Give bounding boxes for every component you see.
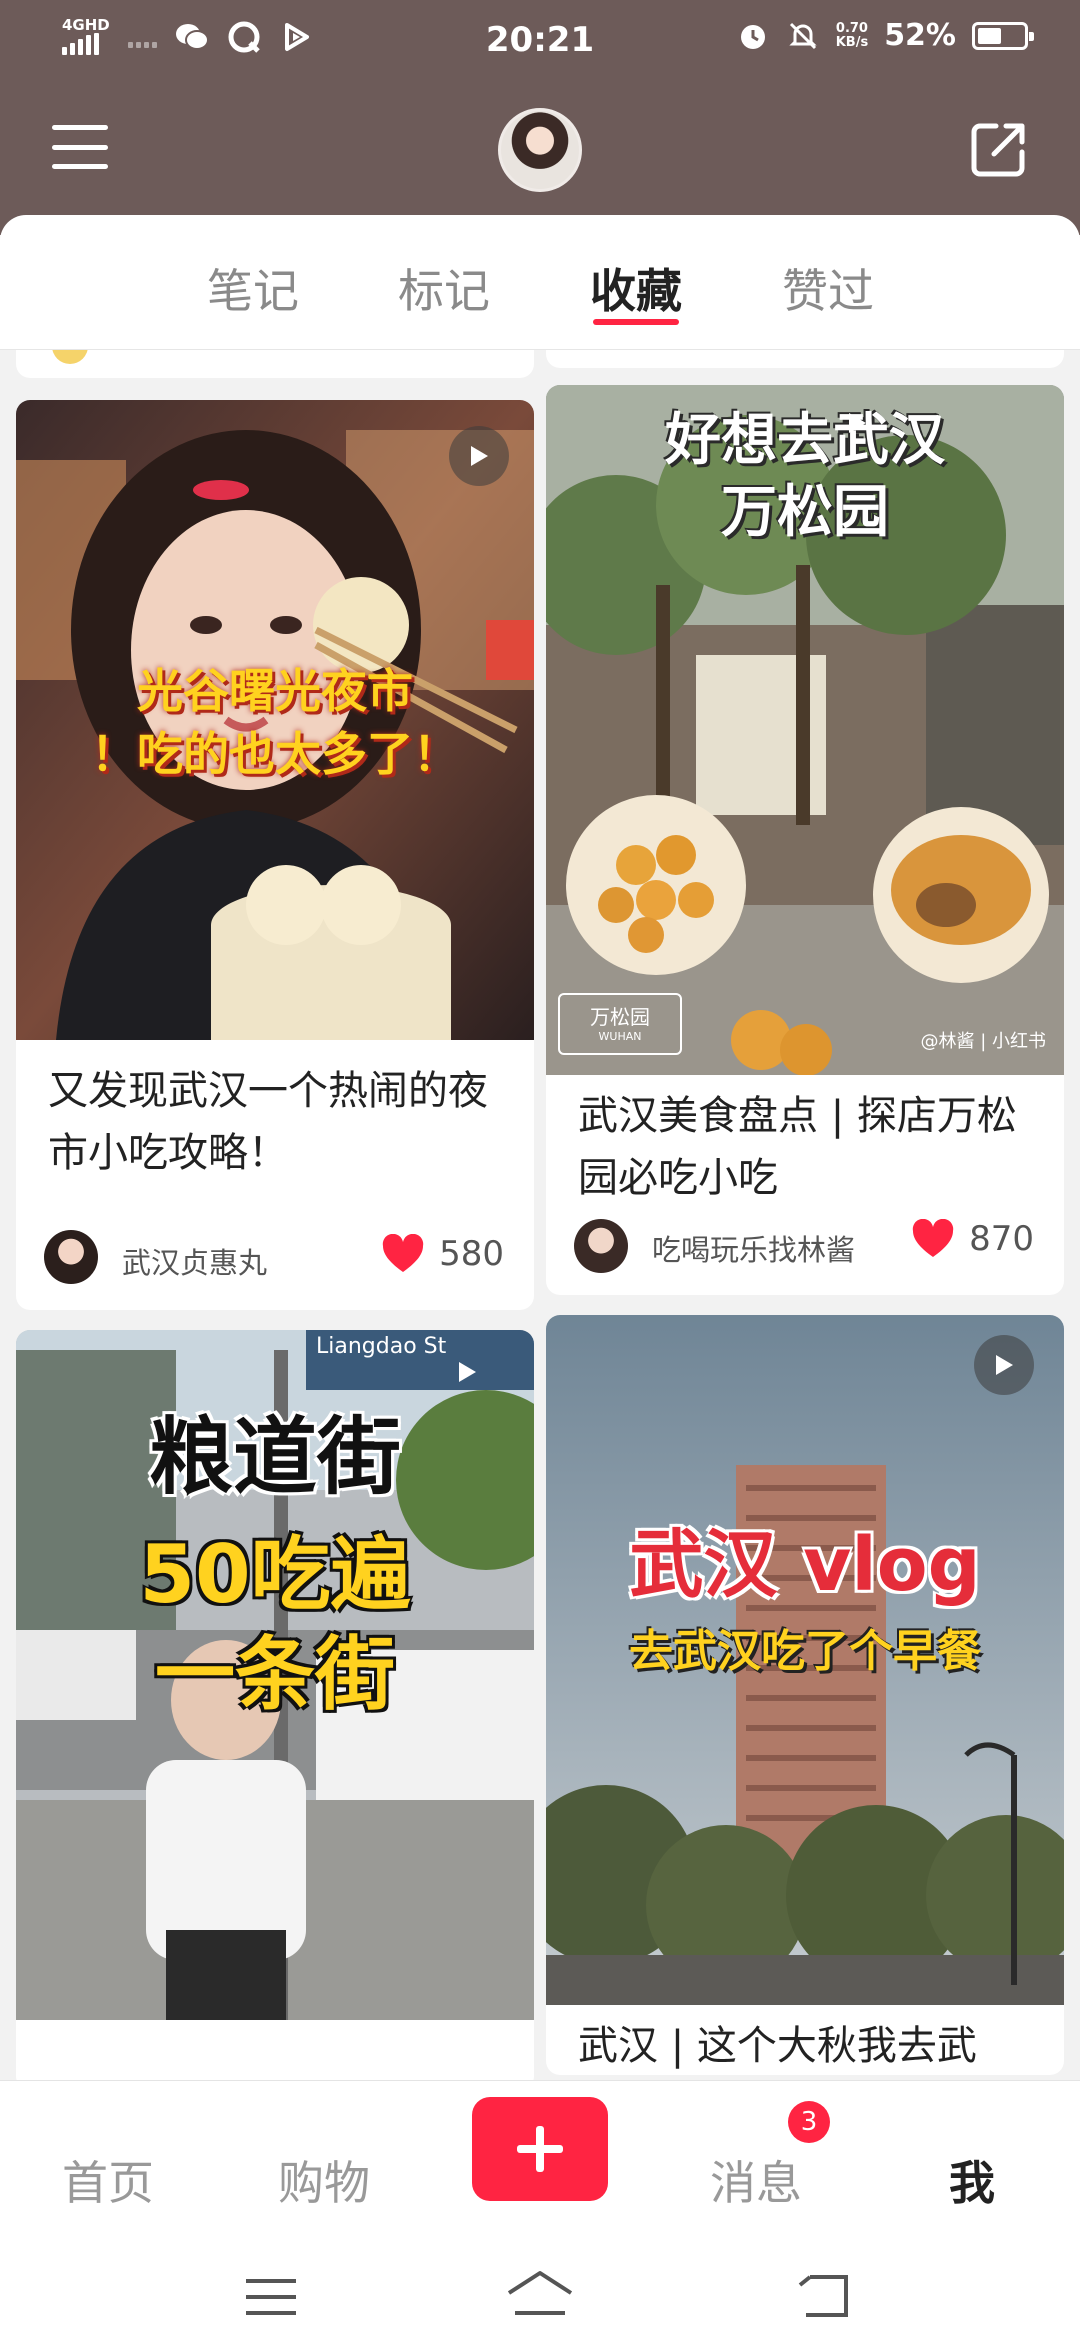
video-play-icon	[846, 411, 868, 439]
location-tag-sub: WUHAN	[598, 1030, 642, 1043]
note-card-wuhan-vlog[interactable]: 武汉 vlog 去武汉吃了个早餐 武汉 | 这个大秋我去武	[546, 1315, 1064, 2075]
status-bar: 4GHD 20:21 0.70 KB/s 52%	[0, 0, 1080, 80]
network-speed: 0.70 KB/s	[835, 20, 869, 50]
nav-home[interactable]: 首页	[38, 2147, 178, 2213]
cover-overlay-line2: 去武汉吃了个早餐	[629, 1626, 981, 1677]
like-count: 580	[439, 1234, 504, 1274]
cover-image: 好想去武汉 万松园 万松园 WUHAN @林酱 | 小红书	[546, 385, 1064, 1075]
author-name[interactable]: 吃喝玩乐找林酱	[652, 1227, 855, 1269]
cover-image: 光谷曙光夜市 ！吃的也太多了！	[16, 400, 534, 1040]
heart-icon	[382, 1234, 424, 1272]
profile-header: 4GHD 20:21 0.70 KB/s 52%	[0, 0, 1080, 235]
favorites-feed[interactable]: 光谷曙光夜市 ！吃的也太多了！ 又发现武汉一个热闹的夜市小吃攻略！ 武汉贞惠丸 …	[0, 350, 1080, 2080]
street-sign-text: Liangdao St	[316, 1334, 447, 1359]
nav-shopping[interactable]: 购物	[254, 2147, 394, 2213]
share-icon[interactable]	[970, 120, 1028, 178]
battery-fill	[978, 27, 1001, 44]
location-tag-label: 万松园	[590, 1005, 650, 1029]
list-item-partial[interactable]	[546, 350, 1064, 368]
note-card-liangdao-street[interactable]: Liangdao St 粮道街 50吃遍 一条街	[16, 1330, 534, 2080]
status-right: 0.70 KB/s 52%	[736, 18, 1034, 53]
video-play-icon	[449, 426, 509, 486]
bottom-nav: 首页 购物 消息 3 我	[0, 2080, 1080, 2340]
tab-favorites[interactable]: 收藏	[566, 255, 706, 321]
tab-marks[interactable]: 标记	[374, 255, 514, 321]
author-avatar	[52, 350, 88, 364]
cover-overlay-line1: 粮道街	[148, 1408, 401, 1506]
mute-icon	[786, 19, 820, 53]
alarm-icon	[736, 19, 770, 53]
video-play-icon	[456, 1360, 478, 1388]
profile-avatar[interactable]	[498, 108, 582, 192]
watermark: @林酱 | 小红书	[920, 1031, 1046, 1052]
note-title: 又发现武汉一个热闹的夜市小吃攻略！	[48, 1068, 488, 1176]
cover-overlay-line3: 一条街	[155, 1628, 395, 1721]
battery-icon	[972, 21, 1034, 50]
cover-overlay-line1: 武汉 vlog	[629, 1522, 981, 1608]
heart-icon	[912, 1219, 954, 1257]
like-button[interactable]: 870	[911, 1219, 1034, 1259]
nav-messages[interactable]: 消息	[686, 2147, 826, 2213]
author-avatar[interactable]	[44, 1230, 98, 1284]
profile-tabs: 笔记 标记 收藏 赞过	[0, 215, 1080, 350]
system-nav-bar	[0, 2241, 1080, 2340]
active-tab-indicator	[593, 319, 679, 325]
video-play-icon	[974, 1335, 1034, 1395]
nav-me[interactable]: 我	[902, 2147, 1042, 2213]
like-count: 870	[969, 1219, 1034, 1259]
cover-overlay-line2: 50吃遍	[139, 1528, 411, 1621]
cover-overlay-line2: 万松园	[721, 480, 889, 545]
cover-overlay-line1: 光谷曙光夜市	[137, 664, 413, 718]
plus-icon	[517, 2126, 563, 2172]
note-title: 武汉 | 这个大秋我去武	[578, 2023, 977, 2069]
message-badge: 3	[788, 2101, 830, 2143]
tab-liked[interactable]: 赞过	[758, 255, 898, 321]
battery-percent: 52%	[884, 18, 956, 53]
back-nav-icon[interactable]	[796, 2273, 852, 2319]
menu-nav-icon[interactable]	[244, 2277, 298, 2317]
author-name[interactable]: 武汉贞惠丸	[122, 1240, 267, 1282]
like-button[interactable]: 580	[381, 1234, 504, 1274]
list-item-partial[interactable]	[16, 350, 534, 378]
cover-image: 武汉 vlog 去武汉吃了个早餐	[546, 1315, 1064, 2005]
note-card-wansongyuan[interactable]: 好想去武汉 万松园 万松园 WUHAN @林酱 | 小红书 武汉美食盘点 | 探…	[546, 385, 1064, 1295]
cover-image: Liangdao St 粮道街 50吃遍 一条街	[16, 1330, 534, 2020]
author-avatar[interactable]	[574, 1219, 628, 1273]
location-tag: 万松园 WUHAN	[558, 993, 682, 1055]
menu-button[interactable]	[52, 125, 108, 169]
tab-notes[interactable]: 笔记	[183, 255, 323, 321]
home-nav-icon[interactable]	[505, 2269, 575, 2319]
cover-overlay-line2: ！吃的也太多了！	[91, 727, 459, 781]
note-title: 武汉美食盘点 | 探店万松园必吃小吃	[578, 1093, 1017, 1201]
cover-overlay-line1: 好想去武汉	[665, 408, 945, 473]
speed-value: 0.70	[835, 20, 868, 36]
publish-button[interactable]	[472, 2097, 608, 2201]
note-card-night-market[interactable]: 光谷曙光夜市 ！吃的也太多了！ 又发现武汉一个热闹的夜市小吃攻略！ 武汉贞惠丸 …	[16, 400, 534, 1310]
speed-unit: KB/s	[835, 34, 869, 50]
